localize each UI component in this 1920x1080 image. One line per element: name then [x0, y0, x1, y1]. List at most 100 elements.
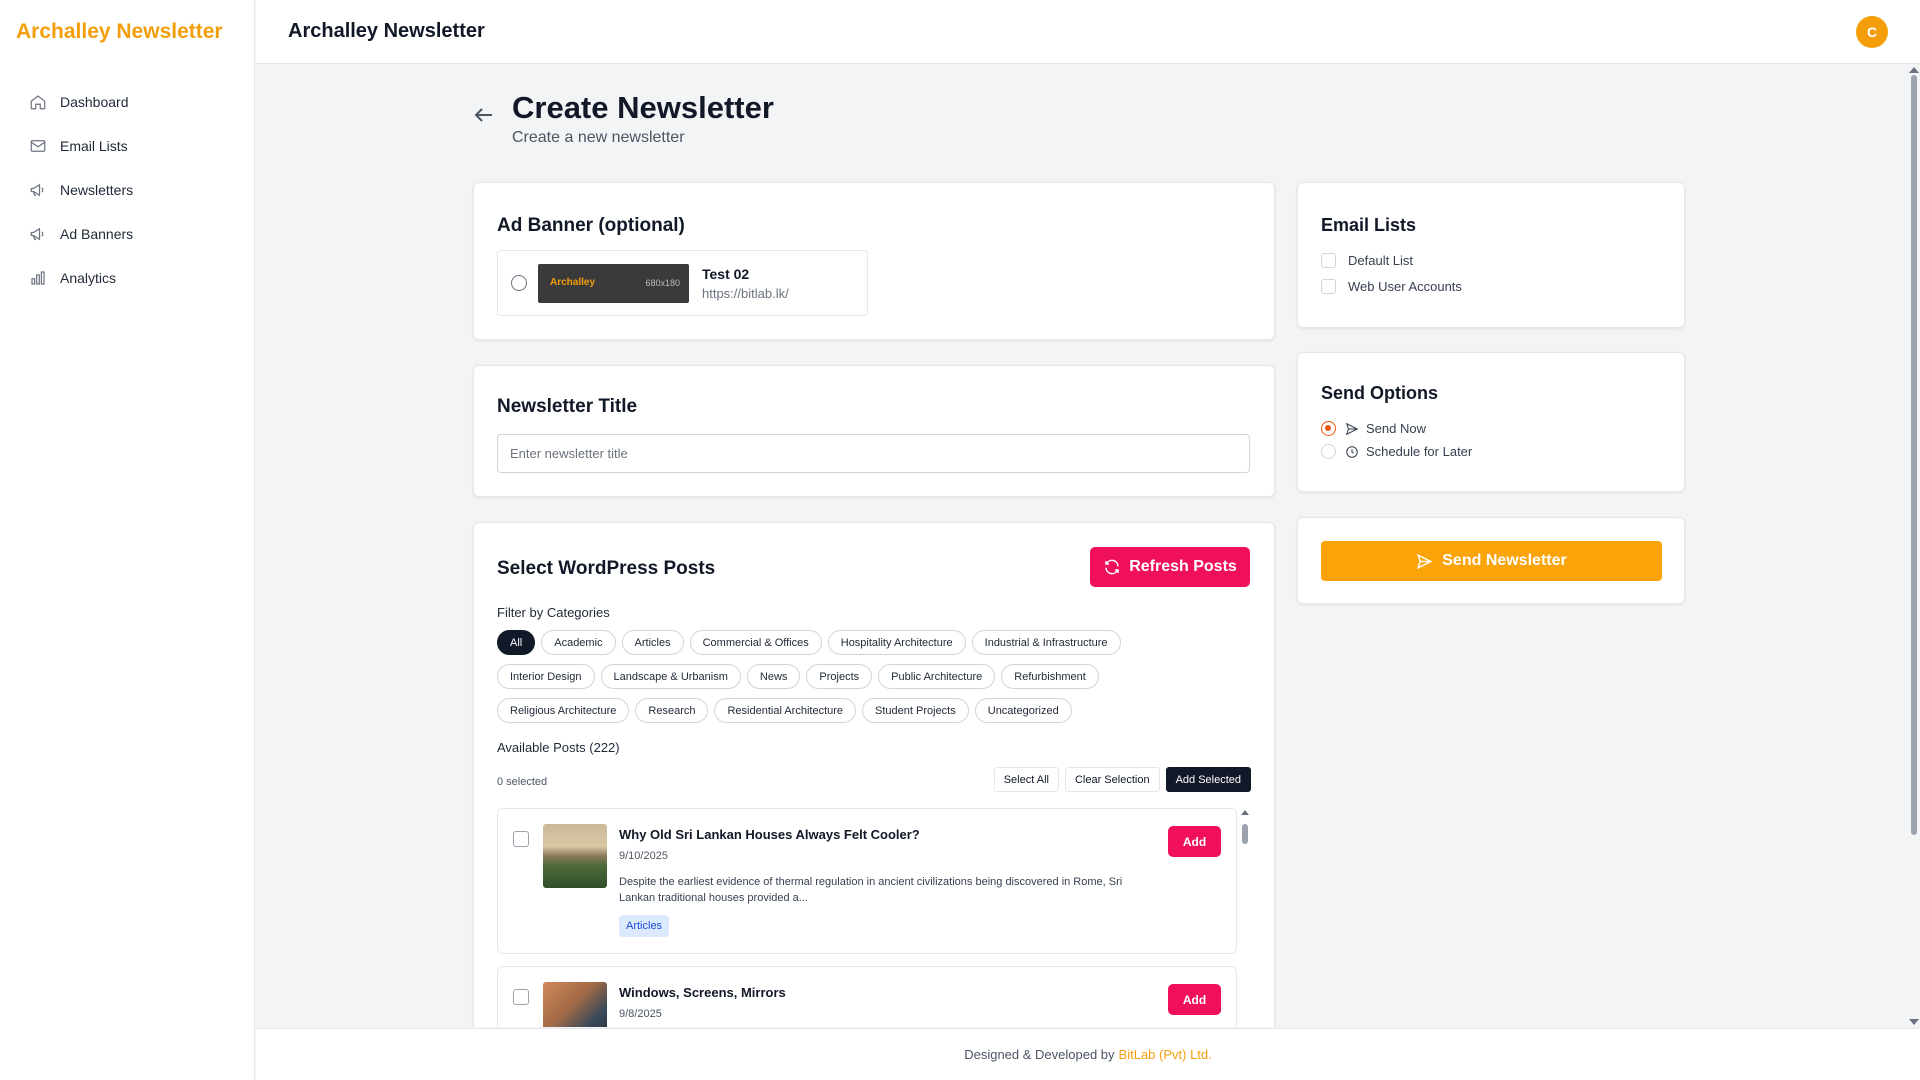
- newsletter-title-card: Newsletter Title: [473, 365, 1275, 497]
- main-content: Create Newsletter Create a new newslette…: [256, 65, 1908, 1027]
- clear-selection-button[interactable]: Clear Selection: [1064, 767, 1160, 792]
- post-category-badge: Articles: [619, 915, 670, 937]
- post-checkbox[interactable]: [513, 831, 529, 847]
- banner-radio[interactable]: [511, 275, 527, 291]
- scroll-up-icon[interactable]: [1909, 67, 1919, 73]
- category-chip[interactable]: Projects: [806, 664, 873, 689]
- banner-size: 680x180: [645, 277, 680, 288]
- scroll-thumb[interactable]: [1242, 824, 1248, 844]
- category-chip[interactable]: News: [746, 664, 801, 689]
- category-chip[interactable]: Hospitality Architecture: [827, 630, 966, 655]
- category-chip[interactable]: Religious Architecture: [497, 698, 630, 723]
- scroll-up-icon[interactable]: [1241, 810, 1249, 815]
- category-chip-all[interactable]: All: [497, 630, 536, 655]
- email-list-checkbox[interactable]: [1321, 279, 1336, 294]
- sidebar-item-label: Newsletters: [60, 182, 134, 198]
- footer: Designed & Developed by BitLab (Pvt) Ltd…: [256, 1028, 1920, 1080]
- category-chip[interactable]: Public Architecture: [878, 664, 996, 689]
- category-chip[interactable]: Residential Architecture: [714, 698, 857, 723]
- send-newsletter-label: Send Newsletter: [1442, 552, 1567, 569]
- ad-banner-card: Ad Banner (optional) Archalley 680x180 T…: [473, 182, 1275, 340]
- banner-info: Test 02 https://bitlab.lk/: [702, 266, 789, 301]
- email-list-option-default[interactable]: Default List: [1321, 253, 1413, 268]
- post-checkbox[interactable]: [513, 989, 529, 1005]
- category-chip[interactable]: Articles: [621, 630, 684, 655]
- category-chip[interactable]: Uncategorized: [974, 698, 1072, 723]
- chip-row: All Academic Articles Commercial & Offic…: [497, 630, 1257, 656]
- chip-row: Interior Design Landscape & Urbanism New…: [497, 664, 1257, 690]
- post-title: Why Old Sri Lankan Houses Always Felt Co…: [619, 827, 920, 842]
- sidebar-item-label: Dashboard: [60, 94, 129, 110]
- brand-logo[interactable]: Archalley Newsletter: [0, 0, 254, 64]
- clock-icon: [1346, 445, 1358, 458]
- schedule-later-radio[interactable]: [1321, 444, 1336, 459]
- page-title: Create Newsletter: [512, 90, 774, 125]
- post-list-scrollbar[interactable]: [1240, 808, 1250, 1027]
- category-chip[interactable]: Refurbishment: [1001, 664, 1099, 689]
- schedule-later-label: Schedule for Later: [1366, 444, 1473, 459]
- category-chip[interactable]: Industrial & Infrastructure: [971, 630, 1121, 655]
- post-date: 9/8/2025: [619, 1008, 662, 1020]
- sidebar-item-email-lists[interactable]: Email Lists: [0, 124, 254, 168]
- bar-chart-icon: [28, 268, 48, 288]
- sidebar-item-label: Ad Banners: [60, 226, 134, 242]
- page-scrollbar[interactable]: [1908, 65, 1920, 1027]
- category-chip[interactable]: Research: [635, 698, 709, 723]
- post-item: Why Old Sri Lankan Houses Always Felt Co…: [497, 808, 1237, 954]
- category-filters: All Academic Articles Commercial & Offic…: [497, 630, 1257, 732]
- post-excerpt: Despite the earliest evidence of thermal…: [619, 876, 1123, 904]
- category-chip[interactable]: Commercial & Offices: [689, 630, 822, 655]
- banner-url: https://bitlab.lk/: [702, 285, 789, 301]
- footer-link[interactable]: BitLab (Pvt) Ltd.: [1119, 1047, 1212, 1062]
- category-chip[interactable]: Academic: [541, 630, 616, 655]
- scroll-down-icon[interactable]: [1909, 1019, 1919, 1025]
- newsletter-title-heading: Newsletter Title: [497, 396, 638, 417]
- selection-actions: Select All Clear Selection Add Selected: [988, 767, 1251, 792]
- sidebar-item-dashboard[interactable]: Dashboard: [0, 80, 254, 124]
- megaphone-icon: [28, 180, 48, 200]
- send-now-label: Send Now: [1366, 421, 1426, 436]
- category-chip[interactable]: Interior Design: [497, 664, 595, 689]
- email-list-checkbox[interactable]: [1321, 253, 1336, 268]
- category-chip[interactable]: Landscape & Urbanism: [600, 664, 741, 689]
- send-icon: [1345, 422, 1359, 435]
- schedule-later-option[interactable]: Schedule for Later: [1321, 444, 1472, 459]
- post-title: Windows, Screens, Mirrors: [619, 985, 786, 1000]
- page-subtitle: Create a new newsletter: [512, 129, 685, 146]
- add-post-button[interactable]: Add: [1168, 826, 1221, 857]
- selected-count: 0 selected: [497, 776, 548, 788]
- send-now-option[interactable]: Send Now: [1321, 421, 1426, 436]
- sidebar-nav: Dashboard Email Lists Newsletters Ad Ban…: [0, 80, 254, 300]
- post-thumbnail: [543, 982, 607, 1027]
- email-lists-card: Email Lists Default List Web User Accoun…: [1297, 182, 1685, 328]
- home-icon: [28, 92, 48, 112]
- send-icon: [1417, 553, 1433, 569]
- banner-thumbnail: Archalley 680x180: [538, 263, 689, 303]
- megaphone-icon: [28, 224, 48, 244]
- sidebar-item-analytics[interactable]: Analytics: [0, 256, 254, 300]
- page-header: Create Newsletter Create a new newslette…: [472, 89, 774, 147]
- add-selected-button[interactable]: Add Selected: [1165, 767, 1251, 792]
- select-all-button[interactable]: Select All: [993, 767, 1059, 792]
- back-arrow-icon[interactable]: [472, 103, 502, 133]
- post-list: Why Old Sri Lankan Houses Always Felt Co…: [497, 808, 1237, 1027]
- sidebar-item-newsletters[interactable]: Newsletters: [0, 168, 254, 212]
- newsletter-title-input[interactable]: [497, 434, 1250, 473]
- send-newsletter-button[interactable]: Send Newsletter: [1321, 541, 1662, 581]
- scroll-thumb[interactable]: [1911, 75, 1917, 835]
- banner-option[interactable]: Archalley 680x180 Test 02 https://bitlab…: [497, 250, 868, 316]
- email-list-option-web-users[interactable]: Web User Accounts: [1321, 279, 1462, 294]
- refresh-posts-label: Refresh Posts: [1129, 558, 1237, 575]
- sidebar-item-ad-banners[interactable]: Ad Banners: [0, 212, 254, 256]
- send-now-radio[interactable]: [1321, 421, 1336, 436]
- wordpress-posts-card: Select WordPress Posts Refresh Posts Fil…: [473, 522, 1275, 1027]
- refresh-posts-button[interactable]: Refresh Posts: [1090, 547, 1250, 587]
- email-list-label: Web User Accounts: [1348, 279, 1462, 294]
- avatar[interactable]: C: [1856, 16, 1888, 48]
- sidebar: Archalley Newsletter Dashboard Email Lis…: [0, 0, 255, 1080]
- mail-icon: [28, 136, 48, 156]
- sidebar-item-label: Email Lists: [60, 138, 128, 154]
- category-chip[interactable]: Student Projects: [862, 698, 969, 723]
- footer-text: Designed & Developed by: [964, 1047, 1115, 1062]
- add-post-button[interactable]: Add: [1168, 984, 1221, 1015]
